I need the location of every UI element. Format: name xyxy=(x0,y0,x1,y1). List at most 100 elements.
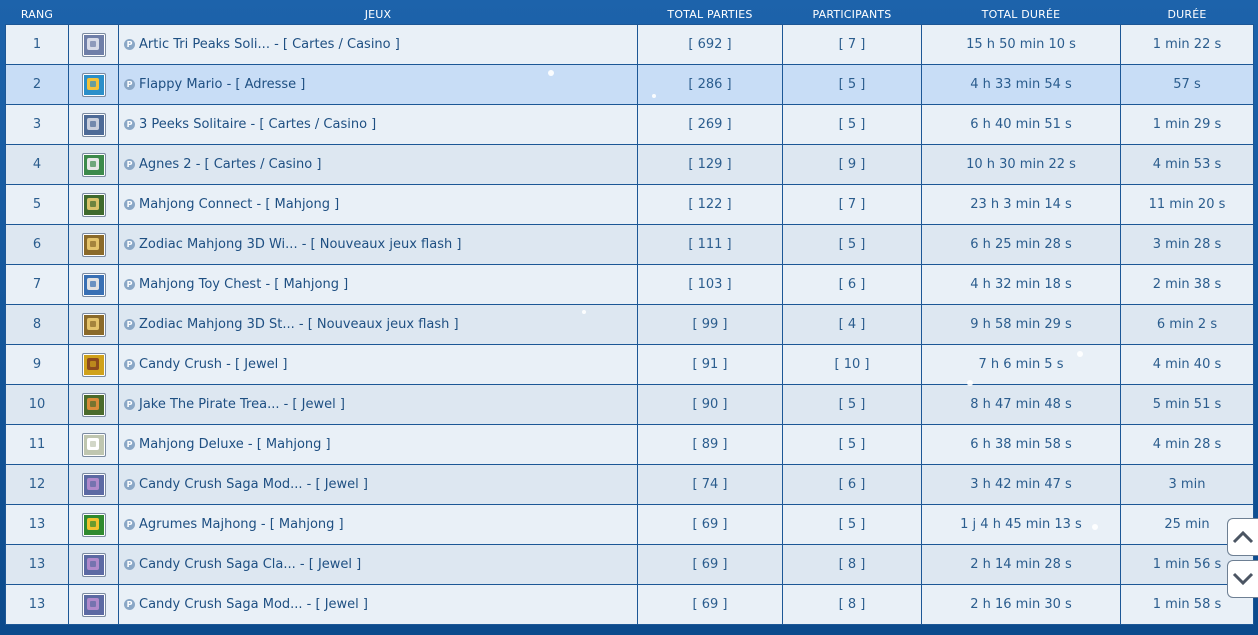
participants-cell[interactable]: [ 5 ] xyxy=(782,504,922,545)
table-row: 8 P Zodiac Mahjong 3D St... - [ Nouveaux … xyxy=(5,304,1254,345)
scroll-down-button[interactable] xyxy=(1227,560,1258,598)
thumb-cell xyxy=(68,144,119,185)
play-icon[interactable]: P xyxy=(124,399,135,410)
game-cell: P Candy Crush Saga Mod... - [ Jewel ] xyxy=(118,464,638,505)
game-thumbnail[interactable] xyxy=(81,112,106,137)
game-cell: P Mahjong Connect - [ Mahjong ] xyxy=(118,184,638,225)
participants-cell[interactable]: [ 5 ] xyxy=(782,224,922,265)
participants-cell[interactable]: [ 7 ] xyxy=(782,24,922,65)
game-thumbnail[interactable] xyxy=(81,152,106,177)
participants-cell[interactable]: [ 6 ] xyxy=(782,264,922,305)
chevron-up-icon xyxy=(1232,530,1254,544)
play-icon[interactable]: P xyxy=(124,79,135,90)
game-link[interactable]: Zodiac Mahjong 3D St... - [ Nouveaux jeu… xyxy=(139,317,459,332)
game-cell: P Agnes 2 - [ Cartes / Casino ] xyxy=(118,144,638,185)
total-games-cell: [ 91 ] xyxy=(637,344,783,385)
participants-cell[interactable]: [ 8 ] xyxy=(782,544,922,585)
play-icon[interactable]: P xyxy=(124,239,135,250)
game-link[interactable]: Mahjong Deluxe - [ Mahjong ] xyxy=(139,437,331,452)
game-link[interactable]: Mahjong Toy Chest - [ Mahjong ] xyxy=(139,277,348,292)
rank-cell: 7 xyxy=(5,264,69,305)
play-icon[interactable]: P xyxy=(124,279,135,290)
table-row: 2 P Flappy Mario - [ Adresse ] [ 286 ] [ … xyxy=(5,64,1254,105)
duration-cell: 4 min 40 s xyxy=(1120,344,1254,385)
game-thumbnail[interactable] xyxy=(81,32,106,57)
play-icon[interactable]: P xyxy=(124,159,135,170)
total-games-cell: [ 90 ] xyxy=(637,384,783,425)
participants-cell[interactable]: [ 7 ] xyxy=(782,184,922,225)
header-total-duration[interactable]: TOTAL DURÉE xyxy=(922,4,1121,25)
play-icon[interactable]: P xyxy=(124,119,135,130)
game-link[interactable]: Agrumes Majhong - [ Mahjong ] xyxy=(139,517,344,532)
participants-cell[interactable]: [ 5 ] xyxy=(782,64,922,105)
game-link[interactable]: Flappy Mario - [ Adresse ] xyxy=(139,77,305,92)
play-icon[interactable]: P xyxy=(124,559,135,570)
header-thumb xyxy=(69,4,119,25)
game-thumbnail[interactable] xyxy=(81,392,106,417)
total-games-cell: [ 129 ] xyxy=(637,144,783,185)
total-games-cell: [ 69 ] xyxy=(637,544,783,585)
game-thumbnail[interactable] xyxy=(81,272,106,297)
total-games-cell: [ 692 ] xyxy=(637,24,783,65)
game-thumbnail[interactable] xyxy=(81,592,106,617)
play-icon[interactable]: P xyxy=(124,439,135,450)
game-link[interactable]: 3 Peeks Solitaire - [ Cartes / Casino ] xyxy=(139,117,376,132)
participants-cell[interactable]: [ 6 ] xyxy=(782,464,922,505)
play-icon[interactable]: P xyxy=(124,359,135,370)
total-duration-cell: 4 h 33 min 54 s xyxy=(921,64,1121,105)
play-icon[interactable]: P xyxy=(124,519,135,530)
game-link[interactable]: Mahjong Connect - [ Mahjong ] xyxy=(139,197,339,212)
rank-cell: 6 xyxy=(5,224,69,265)
game-thumbnail[interactable] xyxy=(81,432,106,457)
header-games[interactable]: JEUX xyxy=(119,4,638,25)
game-link[interactable]: Jake The Pirate Trea... - [ Jewel ] xyxy=(139,397,345,412)
duration-cell: 1 min 22 s xyxy=(1120,24,1254,65)
participants-cell[interactable]: [ 8 ] xyxy=(782,584,922,625)
game-thumbnail[interactable] xyxy=(81,352,106,377)
header-total-games[interactable]: TOTAL PARTIES xyxy=(638,4,783,25)
game-link[interactable]: Zodiac Mahjong 3D Wi... - [ Nouveaux jeu… xyxy=(139,237,461,252)
thumb-cell xyxy=(68,64,119,105)
game-link[interactable]: Agnes 2 - [ Cartes / Casino ] xyxy=(139,157,321,172)
table-row: 6 P Zodiac Mahjong 3D Wi... - [ Nouveaux … xyxy=(5,224,1254,265)
header-participants[interactable]: PARTICIPANTS xyxy=(783,4,922,25)
table-header-row: RANG JEUX TOTAL PARTIES PARTICIPANTS TOT… xyxy=(6,4,1254,25)
game-link[interactable]: Artic Tri Peaks Soli... - [ Cartes / Cas… xyxy=(139,37,400,52)
game-thumbnail[interactable] xyxy=(81,72,106,97)
total-duration-cell: 10 h 30 min 22 s xyxy=(921,144,1121,185)
game-link[interactable]: Candy Crush Saga Mod... - [ Jewel ] xyxy=(139,597,368,612)
game-thumbnail[interactable] xyxy=(81,192,106,217)
game-thumbnail[interactable] xyxy=(81,552,106,577)
game-cell: P Candy Crush Saga Cla... - [ Jewel ] xyxy=(118,544,638,585)
snowflake-decoration xyxy=(582,310,586,314)
game-thumbnail[interactable] xyxy=(81,472,106,497)
total-duration-cell: 15 h 50 min 10 s xyxy=(921,24,1121,65)
table-row: 13 P Candy Crush Saga Cla... - [ Jewel ] … xyxy=(5,544,1254,585)
game-link[interactable]: Candy Crush Saga Mod... - [ Jewel ] xyxy=(139,477,368,492)
header-duration[interactable]: DURÉE xyxy=(1121,4,1254,25)
table-row: 13 P Agrumes Majhong - [ Mahjong ] [ 69 ]… xyxy=(5,504,1254,545)
play-icon[interactable]: P xyxy=(124,479,135,490)
participants-cell[interactable]: [ 5 ] xyxy=(782,384,922,425)
play-icon[interactable]: P xyxy=(124,39,135,50)
duration-cell: 4 min 53 s xyxy=(1120,144,1254,185)
participants-cell[interactable]: [ 10 ] xyxy=(782,344,922,385)
game-thumbnail[interactable] xyxy=(81,232,106,257)
participants-cell[interactable]: [ 4 ] xyxy=(782,304,922,345)
game-link[interactable]: Candy Crush Saga Cla... - [ Jewel ] xyxy=(139,557,361,572)
total-duration-cell: 2 h 14 min 28 s xyxy=(921,544,1121,585)
participants-cell[interactable]: [ 5 ] xyxy=(782,104,922,145)
game-cell: P Artic Tri Peaks Soli... - [ Cartes / Ca… xyxy=(118,24,638,65)
play-icon[interactable]: P xyxy=(124,319,135,330)
game-link[interactable]: Candy Crush - [ Jewel ] xyxy=(139,357,287,372)
header-rank[interactable]: RANG xyxy=(6,4,69,25)
scroll-up-button[interactable] xyxy=(1227,518,1258,556)
game-thumbnail[interactable] xyxy=(81,312,106,337)
participants-cell[interactable]: [ 9 ] xyxy=(782,144,922,185)
rank-cell: 3 xyxy=(5,104,69,145)
total-duration-cell: 7 h 6 min 5 s xyxy=(921,344,1121,385)
participants-cell[interactable]: [ 5 ] xyxy=(782,424,922,465)
play-icon[interactable]: P xyxy=(124,199,135,210)
play-icon[interactable]: P xyxy=(124,599,135,610)
game-thumbnail[interactable] xyxy=(81,512,106,537)
